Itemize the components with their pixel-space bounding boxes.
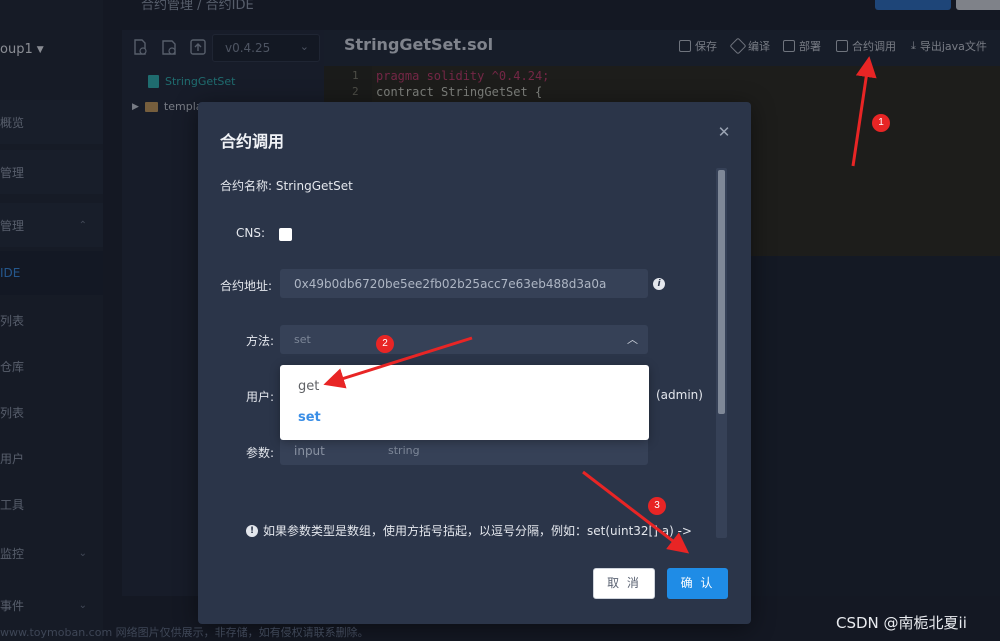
scrollbar-thumb[interactable]	[718, 170, 725, 414]
confirm-button[interactable]: 确 认	[667, 568, 728, 599]
user-label: 用户:	[246, 390, 275, 404]
method-select[interactable]: set ︿	[280, 325, 648, 354]
address-value: 0x49b0db6720be5ee2fb02b25acc7e63eb488d3a…	[294, 277, 607, 291]
param-input[interactable]: input string	[280, 436, 648, 465]
method-value: set	[294, 333, 311, 346]
dropdown-option-set[interactable]: set	[298, 410, 321, 425]
footer-disclaimer: www.toymoban.com 网络图片仅供展示，非存储，如有侵权请联系删除。	[0, 626, 369, 639]
array-tip: ! 如果参数类型是数组，使用方括号括起，以逗号分隔，例如：set(uint32[…	[246, 522, 709, 539]
param-label: 参数:	[246, 446, 275, 460]
watermark: CSDN @南栀北夏ii	[836, 614, 967, 632]
contract-name-value: StringGetSet	[275, 179, 353, 193]
contract-name-row: 合约名称: StringGetSet	[220, 177, 353, 194]
cns-label: CNS:	[236, 226, 266, 240]
close-icon[interactable]: ✕	[716, 124, 732, 140]
cancel-button[interactable]: 取 消	[593, 568, 655, 599]
annotation-badge-3: 3	[648, 497, 666, 515]
param-type: string	[388, 444, 420, 457]
dialog-title: 合约调用	[220, 132, 285, 151]
user-suffix: (admin)	[656, 388, 703, 402]
address-field[interactable]: 0x49b0db6720be5ee2fb02b25acc7e63eb488d3a…	[280, 269, 648, 298]
contract-call-dialog: 合约调用 ✕ 合约名称: StringGetSet CNS: 合约地址: 0x4…	[198, 102, 751, 624]
info-icon: !	[246, 524, 258, 537]
method-label: 方法:	[246, 334, 275, 348]
method-dropdown: get set	[280, 365, 649, 440]
annotation-badge-2: 2	[376, 335, 394, 353]
dropdown-option-get[interactable]: get	[298, 379, 319, 394]
chevron-up-icon: ︿	[627, 333, 638, 346]
param-placeholder: input	[294, 444, 325, 458]
tip-text: 如果参数类型是数组，使用方括号括起，以逗号分隔，例如：set(uint32[] …	[263, 524, 692, 538]
dialog-scrollbar[interactable]	[716, 168, 727, 538]
address-label: 合约地址:	[220, 279, 273, 293]
contract-name-label: 合约名称:	[220, 179, 273, 193]
cns-checkbox[interactable]	[279, 228, 292, 241]
info-icon[interactable]: i	[653, 278, 665, 290]
annotation-badge-1: 1	[872, 114, 890, 132]
